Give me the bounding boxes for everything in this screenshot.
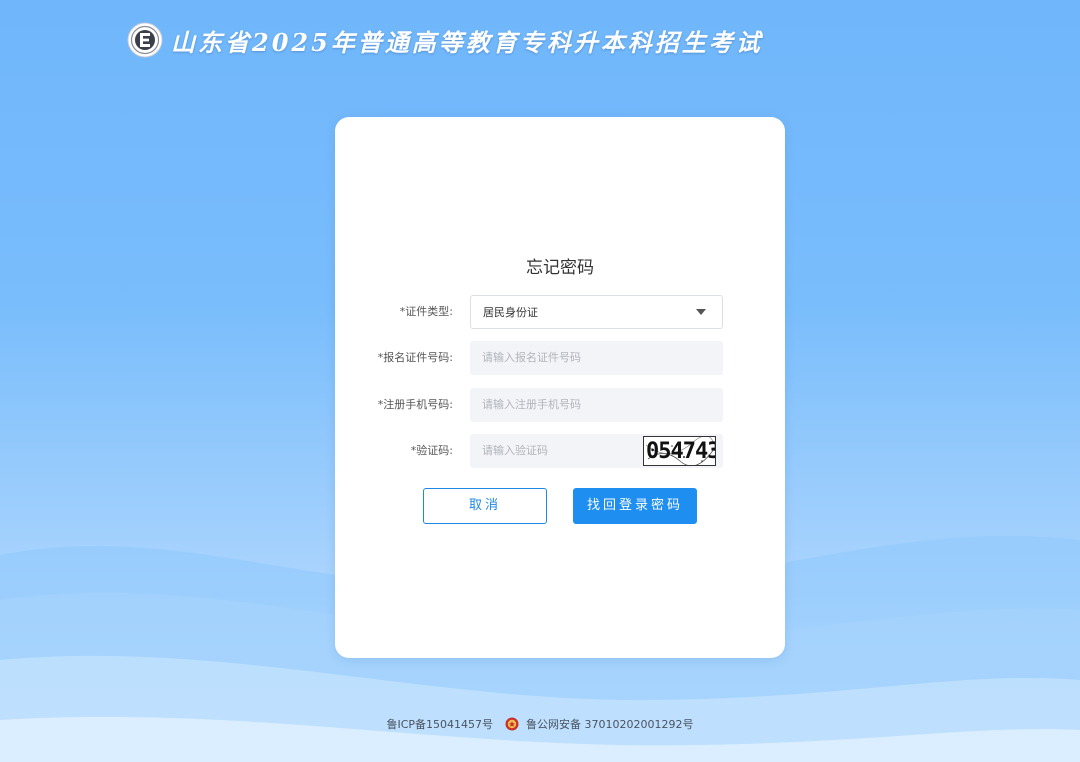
form-title: 忘记密码	[526, 258, 594, 278]
exam-authority-logo-icon	[127, 22, 163, 58]
phone-input[interactable]: 请输入注册手机号码	[470, 388, 723, 422]
captcha-text: 054743	[646, 439, 716, 464]
footer: 鲁ICP备15041457号 鲁公网安备 37010202001292号	[0, 716, 1080, 732]
icp-link[interactable]: 鲁ICP备15041457号	[386, 718, 493, 731]
recover-password-button[interactable]: 找回登录密码	[573, 488, 697, 524]
police-badge-icon	[505, 717, 519, 731]
chevron-down-icon	[696, 309, 706, 315]
id-number-input[interactable]: 请输入报名证件号码	[470, 341, 723, 375]
id-type-row: *证件类型: 居民身份证	[335, 295, 785, 329]
captcha-label: *验证码:	[410, 444, 453, 457]
id-number-row: *报名证件号码: 请输入报名证件号码	[335, 341, 785, 375]
forgot-password-card: 忘记密码 *证件类型: 居民身份证 *报名证件号码: 请输入报名证件号码 *注册…	[335, 117, 785, 658]
captcha-image[interactable]: 054743	[643, 436, 716, 466]
site-title: 山东省2025年普通高等教育专科升本科招生考试	[171, 27, 763, 57]
header: 山东省2025年普通高等教育专科升本科招生考试	[127, 20, 763, 60]
id-number-label: *报名证件号码:	[377, 351, 453, 364]
phone-label: *注册手机号码:	[377, 398, 453, 411]
id-type-value: 居民身份证	[483, 306, 538, 319]
page: 山东省2025年普通高等教育专科升本科招生考试 忘记密码 *证件类型: 居民身份…	[0, 0, 1080, 762]
police-record-link[interactable]: 鲁公网安备 37010202001292号	[526, 718, 693, 731]
id-type-select[interactable]: 居民身份证	[470, 295, 723, 329]
phone-row: *注册手机号码: 请输入注册手机号码	[335, 388, 785, 422]
id-type-label: *证件类型:	[399, 305, 453, 318]
cancel-button[interactable]: 取消	[423, 488, 547, 524]
captcha-row: *验证码: 请输入验证码 054743	[335, 434, 785, 468]
